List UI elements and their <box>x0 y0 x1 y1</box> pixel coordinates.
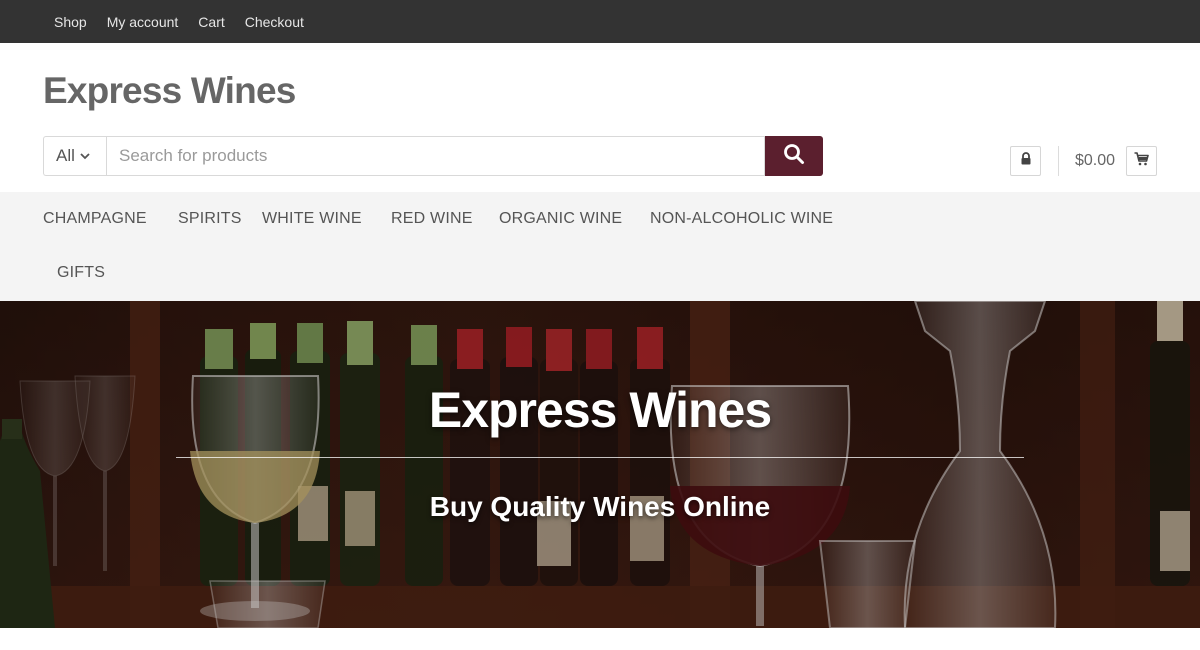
top-nav-cart[interactable]: Cart <box>188 14 234 30</box>
search-category-value: All <box>56 146 75 165</box>
account-button[interactable] <box>1010 146 1041 176</box>
hero-background-image <box>0 301 1200 628</box>
category-organic-wine[interactable]: ORGANIC WINE <box>499 210 622 228</box>
category-gifts[interactable]: GIFTS <box>57 264 105 282</box>
hero-title: Express Wines <box>428 382 772 438</box>
cart-icon <box>1134 151 1149 171</box>
category-champagne[interactable]: CHAMPAGNE <box>43 210 147 228</box>
category-white-wine[interactable]: WHITE WINE <box>262 210 362 228</box>
top-nav-checkout[interactable]: Checkout <box>235 14 314 30</box>
category-spirits[interactable]: SPIRITS <box>178 210 242 228</box>
search-button[interactable] <box>765 136 823 176</box>
chevron-down-icon <box>79 150 91 162</box>
cart-button[interactable] <box>1126 146 1157 176</box>
search-icon <box>783 143 805 170</box>
category-non-alcoholic-wine[interactable]: NON-ALCOHOLIC WINE <box>650 210 833 228</box>
search-category-select[interactable]: All <box>43 136 106 176</box>
site-title[interactable]: Express Wines <box>43 70 296 112</box>
search-input[interactable] <box>106 136 765 176</box>
top-nav-shop[interactable]: Shop <box>44 14 97 30</box>
search-form: All <box>43 136 823 176</box>
lock-icon <box>1020 152 1032 170</box>
header-divider <box>1058 146 1059 176</box>
top-nav: Shop My account Cart Checkout <box>44 0 314 43</box>
category-nav: CHAMPAGNE SPIRITS WHITE WINE RED WINE OR… <box>0 192 1200 301</box>
hero-banner: Express Wines Buy Quality Wines Online <box>0 301 1200 628</box>
top-bar: Shop My account Cart Checkout <box>0 0 1200 43</box>
category-red-wine[interactable]: RED WINE <box>391 210 473 228</box>
top-nav-my-account[interactable]: My account <box>97 14 189 30</box>
hero-divider <box>176 457 1024 458</box>
hero-subtitle: Buy Quality Wines Online <box>429 491 771 522</box>
cart-total[interactable]: $0.00 <box>1075 152 1115 170</box>
